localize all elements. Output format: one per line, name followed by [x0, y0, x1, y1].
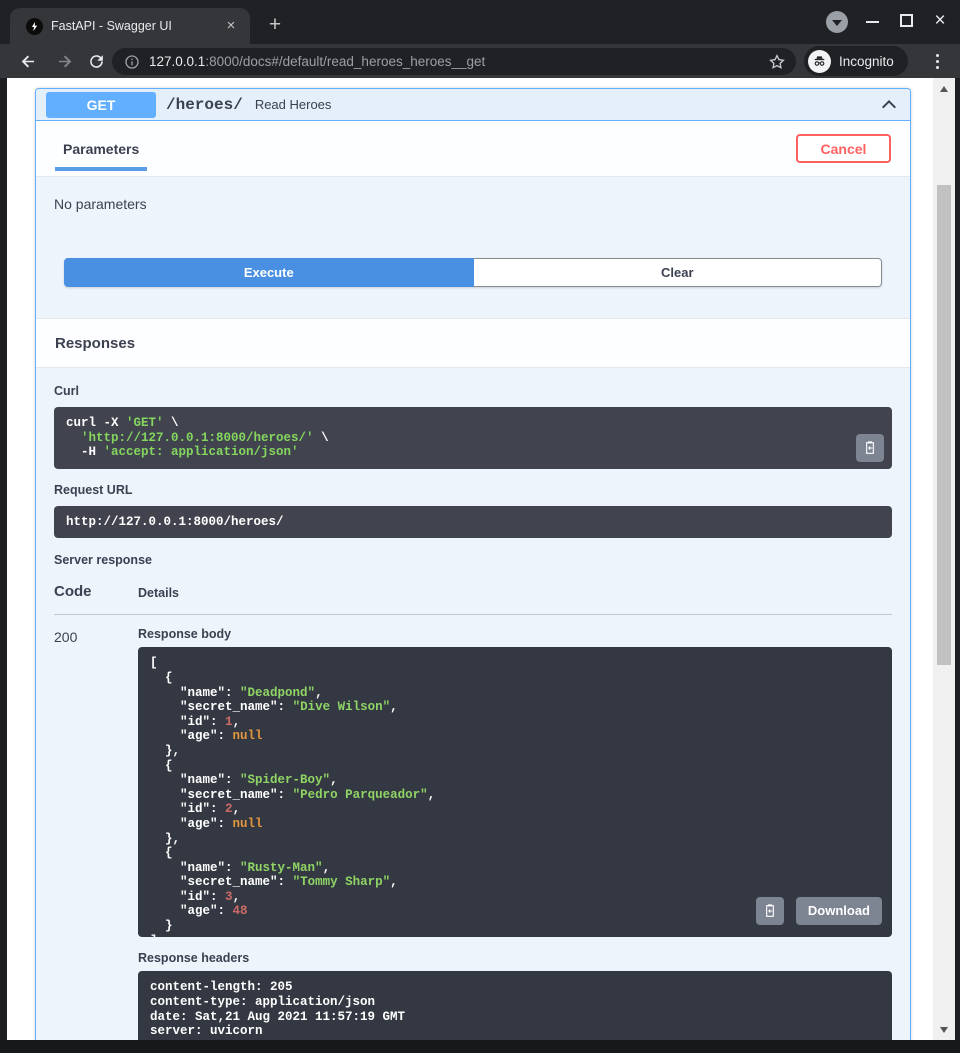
response-headers-block: content-length: 205 content-type: applic… [138, 971, 892, 1040]
response-body-label: Response body [138, 627, 892, 641]
minimize-icon[interactable] [866, 21, 879, 23]
window-close-icon[interactable]: × [929, 9, 951, 33]
window-frame-right [955, 78, 960, 1040]
responses-body: Curl curl -X 'GET' \ 'http://127.0.0.1:8… [36, 368, 910, 1040]
browser-tab-bar: FastAPI - Swagger UI × + × [0, 0, 960, 44]
endpoint-summary: Read Heroes [255, 97, 878, 112]
clear-button[interactable]: Clear [474, 258, 883, 287]
code-column-header: Code [54, 583, 138, 600]
incognito-label: Incognito [839, 54, 894, 69]
server-response-label: Server response [54, 553, 892, 567]
copy-response-icon[interactable] [756, 897, 784, 925]
status-code: 200 [54, 627, 138, 1040]
request-url-label: Request URL [54, 483, 892, 497]
fastapi-favicon-icon [26, 18, 43, 35]
copy-curl-icon[interactable] [856, 434, 884, 462]
url-bar[interactable]: 127.0.0.1:8000/docs#/default/read_heroes… [112, 48, 796, 75]
execute-button[interactable]: Execute [64, 258, 474, 287]
opblock-get-heroes: GET /heroes/ Read Heroes Parameters Canc… [35, 88, 911, 1040]
site-info-icon[interactable] [124, 54, 140, 70]
forward-icon[interactable] [52, 49, 76, 73]
new-tab-button[interactable]: + [262, 13, 288, 39]
response-headers-label: Response headers [138, 951, 892, 965]
responses-title: Responses [55, 335, 135, 352]
method-badge: GET [46, 92, 156, 118]
window-frame-left [0, 78, 7, 1040]
cancel-button[interactable]: Cancel [796, 134, 891, 163]
tab-title: FastAPI - Swagger UI [51, 19, 216, 33]
response-body-block: [ { "name": "Deadpond", "secret_name": "… [138, 647, 892, 937]
curl-command-block: curl -X 'GET' \ 'http://127.0.0.1:8000/h… [54, 407, 892, 469]
endpoint-path: /heroes/ [166, 96, 243, 114]
opblock-summary[interactable]: GET /heroes/ Read Heroes [36, 89, 910, 121]
tab-search-icon[interactable] [826, 11, 848, 33]
scroll-up-icon[interactable] [933, 80, 955, 97]
table-divider [54, 614, 892, 615]
tab-close-icon[interactable]: × [222, 17, 240, 35]
details-column-header: Details [138, 583, 892, 600]
response-row-200: 200 Response body [ { "name": "Deadpond"… [54, 627, 892, 1040]
tab-parameters[interactable]: Parameters [55, 141, 147, 157]
url-host: 127.0.0.1 [149, 54, 205, 69]
responses-header: Responses [36, 318, 910, 368]
scrollbar-thumb[interactable] [937, 185, 951, 665]
browser-menu-icon[interactable] [928, 49, 946, 73]
execute-row: Execute Clear [64, 258, 882, 287]
url-text: 127.0.0.1:8000/docs#/default/read_heroes… [149, 54, 760, 69]
url-path: :8000/docs#/default/read_heroes_heroes__… [205, 54, 485, 69]
response-table-header: Code Details [54, 583, 892, 600]
incognito-badge: Incognito [804, 46, 908, 76]
chevron-up-icon[interactable] [878, 94, 900, 116]
browser-tab[interactable]: FastAPI - Swagger UI × [10, 8, 250, 44]
incognito-icon [808, 50, 831, 73]
maximize-icon[interactable] [900, 14, 913, 27]
no-parameters-text: No parameters [36, 177, 910, 212]
download-button[interactable]: Download [796, 897, 882, 925]
curl-label: Curl [54, 384, 892, 398]
scroll-down-icon[interactable] [933, 1021, 955, 1038]
back-icon[interactable] [16, 49, 40, 73]
parameters-header: Parameters Cancel [36, 121, 910, 177]
bookmark-star-icon[interactable] [768, 53, 786, 71]
reload-icon[interactable] [84, 49, 108, 73]
request-url-block: http://127.0.0.1:8000/heroes/ [54, 506, 892, 539]
request-url-value: http://127.0.0.1:8000/heroes/ [66, 515, 284, 529]
window-frame-bottom [0, 1040, 960, 1053]
